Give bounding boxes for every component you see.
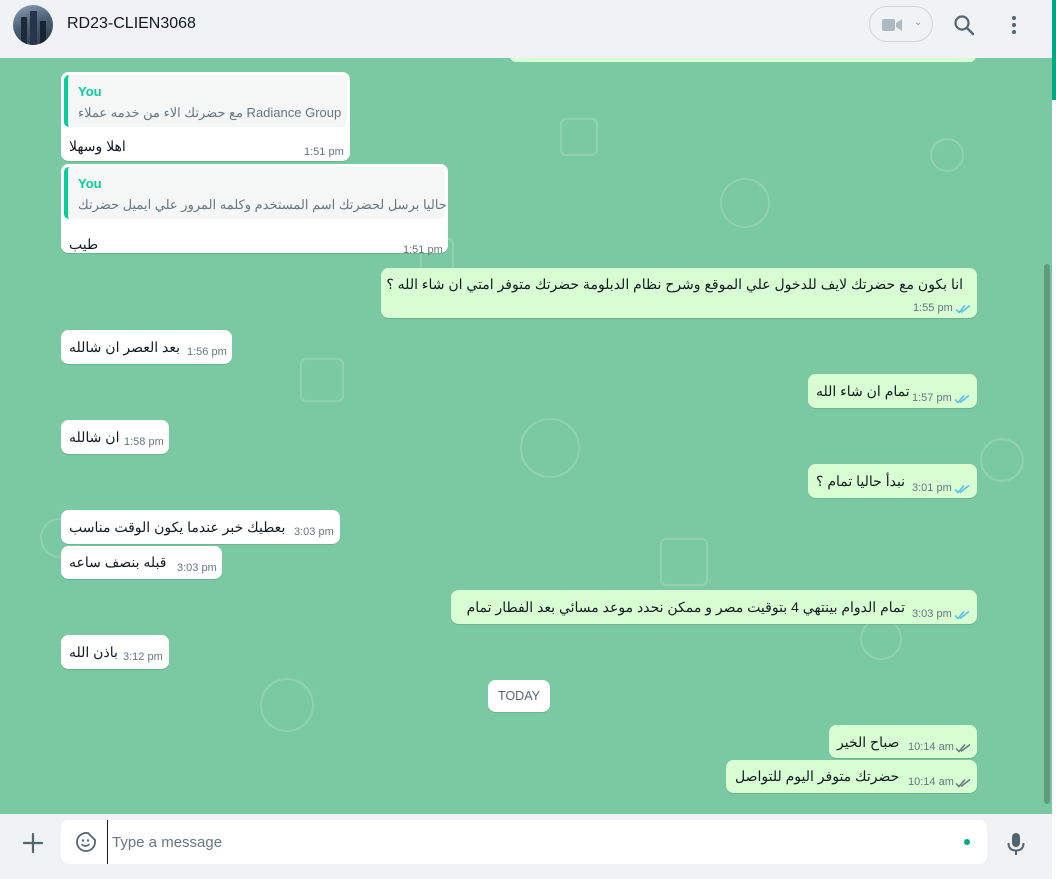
chevron-down-icon: ⌄ — [914, 17, 923, 28]
message-time: 1:58 pm — [124, 436, 164, 448]
message-bubble[interactable]: You مع حضرتك الاء من خدمه عملاء Radiance… — [61, 72, 350, 161]
read-ticks-icon — [954, 610, 970, 620]
message-text: بعطيك خبر عندما يكون الوقت مناسب — [69, 519, 286, 535]
kebab-menu-icon[interactable] — [1004, 13, 1024, 37]
message-text: تمام الدوام بينتهي 4 بتوقيت مصر و ممكن ن… — [466, 599, 905, 615]
contact-name[interactable]: RD23-CLIEN3068 — [67, 15, 196, 33]
message-text: حضرتك متوفر اليوم للتواصل — [735, 768, 900, 784]
video-camera-icon — [882, 19, 902, 31]
quote-author: You — [78, 176, 102, 191]
message-composer[interactable] — [61, 820, 987, 864]
composer-bar — [0, 814, 1052, 879]
message-text: طيب — [69, 236, 99, 252]
window-scrollbar-thumb[interactable] — [1052, 0, 1056, 100]
read-ticks-icon — [954, 484, 970, 494]
quoted-message[interactable]: You حاليا برسل لحضرتك اسم المستخدم وكلمه… — [64, 167, 447, 219]
message-text: باذن الله — [69, 644, 118, 660]
message-text: تمام ان شاء الله — [816, 383, 910, 399]
microphone-icon[interactable] — [1006, 831, 1026, 857]
message-bubble[interactable]: You حاليا برسل لحضرتك اسم المستخدم وكلمه… — [61, 164, 448, 256]
message-time: 1:51 pm — [304, 146, 344, 158]
message-input[interactable] — [107, 820, 952, 864]
message-bubble[interactable]: ان شالله 1:58 pm — [61, 420, 169, 454]
message-bubble[interactable]: قبله بنصف ساعه 3:03 pm — [61, 546, 222, 579]
message-bubble[interactable]: نبدأ حاليا تمام ؟ 3:01 pm — [808, 464, 977, 498]
quote-text: مع حضرتك الاء من خدمه عملاء Radiance Gro… — [78, 105, 342, 120]
message-bubble[interactable]: تمام الدوام بينتهي 4 بتوقيت مصر و ممكن ن… — [451, 590, 977, 624]
message-time: 3:03 pm — [294, 526, 334, 538]
plus-icon[interactable] — [22, 832, 44, 854]
message-time: 1:51 pm — [403, 244, 443, 256]
quote-text: حاليا برسل لحضرتك اسم المستخدم وكلمه الم… — [78, 197, 447, 212]
message-text: نبدأ حاليا تمام ؟ — [816, 473, 906, 489]
delivered-ticks-icon — [955, 743, 971, 753]
message-time: 3:01 pm — [912, 482, 952, 494]
date-divider: TODAY — [488, 680, 550, 712]
message-bubble[interactable]: تمام ان شاء الله 1:57 pm — [808, 374, 977, 408]
quote-author: You — [78, 84, 102, 99]
quoted-message[interactable]: You مع حضرتك الاء من خدمه عملاء Radiance… — [64, 75, 347, 127]
message-bubble[interactable]: حضرتك متوفر اليوم للتواصل 10:14 am — [726, 760, 977, 793]
message-text: صباح الخير — [837, 734, 900, 750]
message-text: قبله بنصف ساعه — [69, 554, 167, 570]
search-icon[interactable] — [952, 13, 976, 37]
message-bubble[interactable]: صباح الخير 10:14 am — [829, 725, 977, 758]
read-ticks-icon — [954, 394, 970, 404]
message-time: 1:57 pm — [912, 392, 952, 404]
message-bubble[interactable]: بعطيك خبر عندما يكون الوقت مناسب 3:03 pm — [61, 510, 340, 544]
message-text: انا بكون مع حضرتك لايف للدخول علي الموقع… — [386, 276, 963, 292]
message-text: بعد العصر ان شالله — [69, 339, 181, 355]
video-call-button[interactable]: ⌄ — [869, 6, 933, 42]
status-dot — [964, 839, 970, 845]
message-text: اهلا وسهلا — [69, 138, 126, 154]
read-ticks-icon — [955, 304, 971, 314]
message-time: 1:55 pm — [913, 302, 953, 314]
message-time: 10:14 am — [908, 776, 954, 788]
message-list[interactable]: You مع حضرتك الاء من خدمه عملاء Radiance… — [0, 58, 1052, 814]
window-scrollbar-track[interactable] — [1052, 0, 1056, 879]
sticker-emoji-icon[interactable] — [75, 831, 97, 853]
chat-scrollbar[interactable] — [1044, 264, 1050, 804]
message-time: 3:03 pm — [912, 608, 952, 620]
message-time: 1:56 pm — [187, 346, 227, 358]
message-time: 10:14 am — [908, 741, 954, 753]
message-time: 3:12 pm — [123, 651, 163, 663]
message-time: 3:03 pm — [177, 562, 217, 574]
message-bubble-partial — [510, 58, 976, 62]
message-text: ان شالله — [69, 429, 120, 445]
message-bubble[interactable]: بعد العصر ان شالله 1:56 pm — [61, 330, 232, 364]
message-bubble[interactable]: انا بكون مع حضرتك لايف للدخول علي الموقع… — [381, 268, 977, 318]
message-bubble[interactable]: باذن الله 3:12 pm — [61, 635, 169, 669]
contact-avatar[interactable] — [13, 5, 53, 45]
delivered-ticks-icon — [955, 778, 971, 788]
chat-header: RD23-CLIEN3068 ⌄ — [0, 0, 1052, 59]
